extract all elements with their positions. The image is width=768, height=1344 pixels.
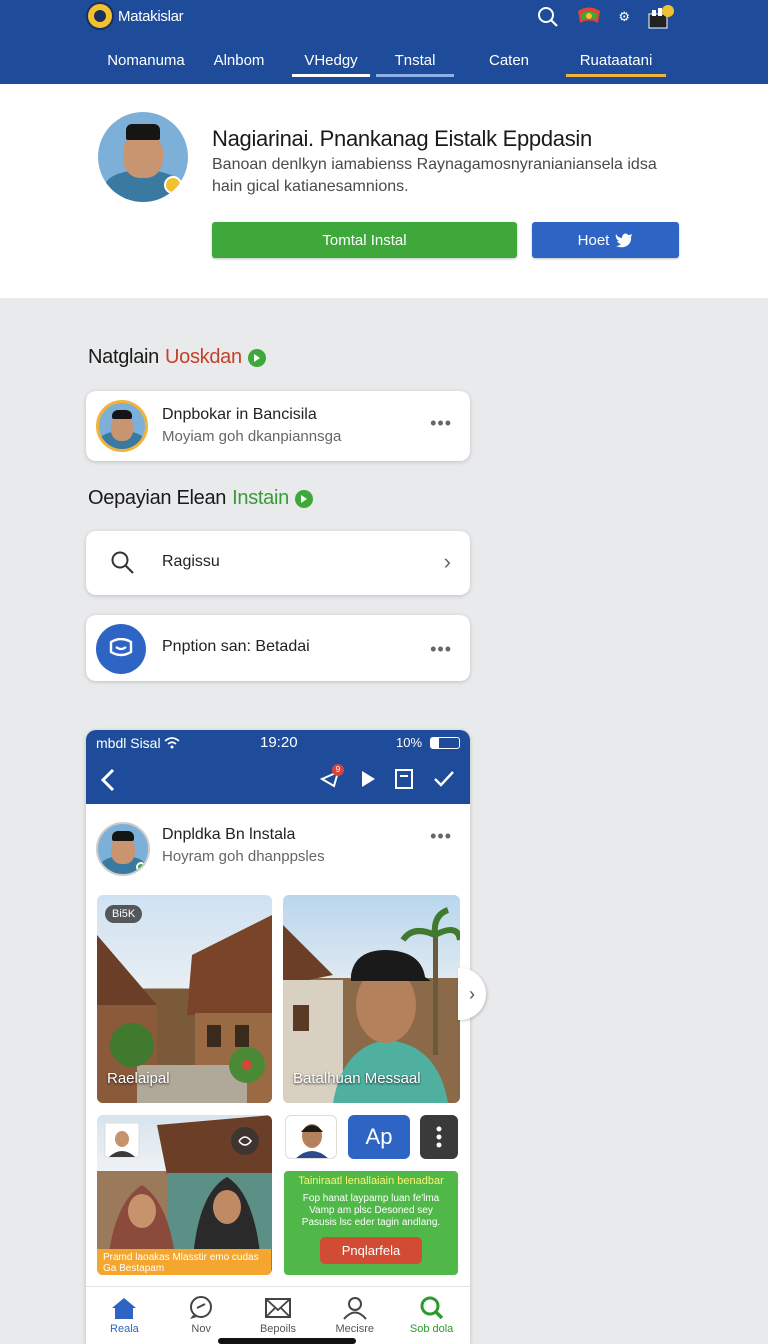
- tab-vhedgy[interactable]: VHedgy: [292, 46, 370, 79]
- option-card-label: Pnption san: Betadai: [162, 638, 310, 655]
- search-icon: [420, 1296, 443, 1320]
- photo-tile-village[interactable]: Bi5K Raelaipal: [97, 895, 272, 1103]
- home-indicator: [218, 1338, 356, 1344]
- phone-status-bar: mbdl Sisal 19:20 10%: [86, 730, 470, 756]
- search-card-label: Ragissu: [162, 553, 220, 570]
- person-icon: [343, 1297, 367, 1320]
- search-card[interactable]: Ragissu ›: [86, 531, 470, 595]
- section-title-2-prefix: Oepayian Elean: [88, 487, 227, 509]
- promo-body: Fop hanat laypamp luan fe'lma Vamp am pl…: [301, 1193, 441, 1228]
- nav-label: Bepoils: [259, 1323, 297, 1335]
- envelope-icon: [264, 1298, 291, 1318]
- online-status-icon: [136, 862, 146, 872]
- more-options-icon[interactable]: •••: [430, 826, 452, 847]
- play-icon[interactable]: [360, 770, 376, 788]
- nav-label: Nov: [191, 1323, 211, 1335]
- more-options-icon[interactable]: •••: [430, 639, 452, 660]
- nav-label: Sob dola: [409, 1323, 454, 1335]
- back-icon[interactable]: [100, 768, 116, 792]
- more-options-icon[interactable]: •••: [430, 413, 452, 434]
- tile-caption: Batalhuan Messaal: [293, 1070, 421, 1087]
- user-avatar: [96, 400, 148, 452]
- brand-logo[interactable]: Matakislar: [86, 2, 184, 30]
- phone-toolbar: 9: [86, 756, 470, 804]
- section-title-1: Natglain Uoskdan: [88, 346, 266, 369]
- post-author-subtitle: Hoyram goh dhanppsles: [162, 848, 325, 865]
- send-icon[interactable]: 9: [319, 764, 344, 795]
- header-actions: ⚙: [536, 4, 674, 30]
- more-vertical-icon[interactable]: [420, 1115, 458, 1159]
- promo-card: Tainiraatl lenallaiain benadbar Fop hana…: [284, 1171, 458, 1275]
- phone-preview: mbdl Sisal 19:20 10% 9 Dnpldka Bn lnstal…: [86, 730, 470, 1344]
- flag-badge-icon[interactable]: [576, 5, 602, 29]
- search-icon[interactable]: [536, 5, 560, 29]
- verified-badge-icon: [164, 176, 182, 194]
- section-title-2: Oepayian Elean Instain: [88, 487, 313, 510]
- notification-cart-icon[interactable]: [646, 4, 674, 30]
- promo-button[interactable]: Pnqlarfela: [319, 1237, 423, 1264]
- section-title-2-accent: Instain: [232, 487, 289, 509]
- chat-bubble-icon: [190, 1296, 213, 1319]
- tab-alnbom[interactable]: Alnbom: [206, 46, 272, 79]
- profile-description: Banoan denlkyn iamabienss Raynagamosnyra…: [212, 156, 657, 195]
- nav-label: Reala: [110, 1323, 139, 1335]
- brand-name: Matakislar: [118, 7, 184, 25]
- user-card-title: Dnpbokar in Bancisila: [162, 406, 317, 423]
- nav-item-messages[interactable]: Bepoils: [242, 1287, 314, 1344]
- tab-nomanuma[interactable]: Nomanuma: [86, 46, 206, 79]
- section-title-1-accent: Uoskdan: [164, 346, 242, 368]
- photo-tile-portrait[interactable]: Batalhuan Messaal: [283, 895, 460, 1103]
- top-header: Matakislar ⚙ Nomanuma Alnbom VHedgy Tnst…: [0, 0, 768, 84]
- share-button-label: Hoet: [577, 231, 610, 249]
- nav-label: Mecisre: [335, 1323, 375, 1335]
- nav-item-profile[interactable]: Mecisre: [319, 1287, 391, 1344]
- promo-heading: Tainiraatl lenallaiain benadbar: [298, 1175, 444, 1187]
- post-avatar[interactable]: [96, 822, 150, 876]
- chevron-right-icon[interactable]: ›: [444, 549, 452, 575]
- nav-item-new[interactable]: Nov: [165, 1287, 237, 1344]
- post-author-name: Dnpldka Bn lnstala: [162, 826, 296, 843]
- search-icon: [111, 551, 134, 574]
- user-card[interactable]: Dnpbokar in Bancisila Moyiam goh dkanpia…: [86, 391, 470, 461]
- profile-header: Nagiarinai. Pnankanag Eistalk Eppdasin B…: [0, 84, 768, 298]
- carousel-next-icon[interactable]: ›: [458, 968, 486, 1020]
- section-title-1-prefix: Natglain: [88, 346, 159, 368]
- photo-tile-women[interactable]: Pramd laoakas Mlasstir emo cudas Ga Best…: [97, 1115, 272, 1275]
- tab-ruataatani[interactable]: Ruataatani: [566, 46, 666, 79]
- battery-icon: [430, 737, 460, 749]
- arrow-circle-icon[interactable]: [247, 348, 266, 367]
- wifi-icon: [164, 737, 180, 749]
- tile-caption: Raelaipal: [107, 1070, 170, 1087]
- chat-app-icon: [96, 624, 146, 674]
- home-icon: [112, 1298, 137, 1319]
- clock: 19:20: [260, 734, 298, 751]
- install-button[interactable]: Tomtal Instal: [212, 222, 517, 258]
- settings-dot-icon[interactable]: ⚙: [618, 9, 630, 25]
- profile-avatar[interactable]: [98, 112, 188, 202]
- nav-item-search[interactable]: Sob dola: [396, 1287, 468, 1344]
- small-avatar-tile[interactable]: [285, 1115, 337, 1159]
- bottom-nav: Reala Nov Bepoils Mecisre Sob dola: [86, 1286, 470, 1344]
- tile-badge: Bi5K: [105, 905, 143, 923]
- battery-percent: 10%: [396, 735, 423, 750]
- arrow-circle-icon[interactable]: [294, 489, 313, 508]
- share-button[interactable]: Hoet: [532, 222, 679, 258]
- main-tabs: Nomanuma Alnbom VHedgy Tnstal Caten Ruat…: [86, 46, 666, 79]
- user-card-subtitle: Moyiam goh dkanpiannsga: [162, 428, 342, 445]
- bird-icon: [616, 233, 633, 248]
- app-shortcut-button[interactable]: Ap: [348, 1115, 410, 1159]
- brand-mark-icon: [86, 2, 114, 30]
- tab-caten[interactable]: Caten: [470, 46, 548, 79]
- nav-item-home[interactable]: Reala: [88, 1287, 160, 1344]
- tab-tnstal[interactable]: Tnstal: [376, 46, 454, 79]
- check-icon[interactable]: [432, 768, 456, 790]
- tile-banner: Pramd laoakas Mlasstir emo cudas Ga Best…: [97, 1249, 271, 1275]
- carrier-label: mbdl Sisal: [96, 735, 161, 751]
- option-card[interactable]: Pnption san: Betadai •••: [86, 615, 470, 681]
- profile-name: Nagiarinai. Pnankanag Eistalk Eppdasin: [212, 126, 592, 151]
- notification-badge: 9: [332, 764, 344, 776]
- bookmark-icon[interactable]: [394, 768, 414, 790]
